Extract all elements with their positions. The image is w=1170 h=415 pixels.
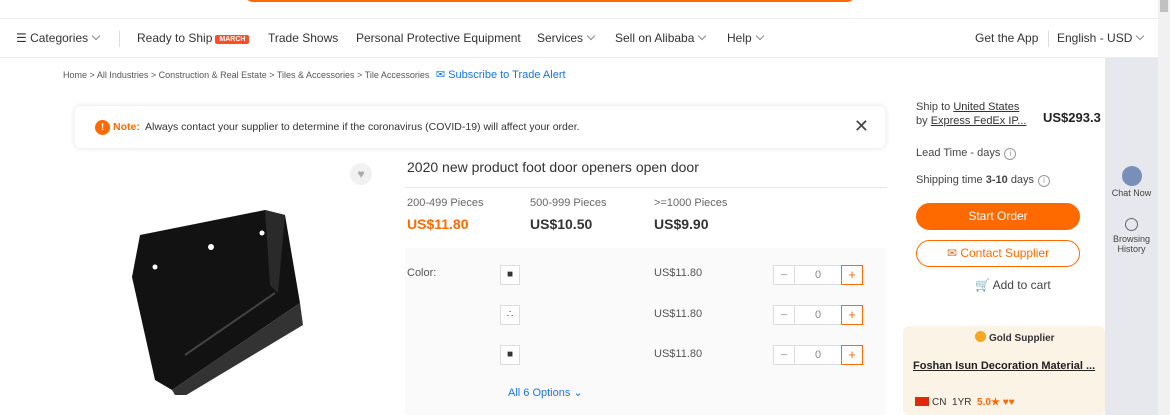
shipping-time: Shipping time 3-10 days i [916, 174, 1051, 187]
list-icon: ☰ [16, 31, 31, 45]
breadcrumb: Home > All Industries > Construction & R… [63, 69, 566, 81]
category-navbar: ☰ Categories Ready to Ship MARCH Trade Sh… [0, 18, 1170, 58]
gold-supplier-badge: Gold Supplier [975, 331, 1055, 344]
breadcrumb-construction[interactable]: Construction & Real Estate [159, 70, 267, 80]
chevron-down-icon [586, 31, 596, 41]
increment-button[interactable]: + [841, 305, 863, 325]
supplier-card: Gold Supplier Foshan Isun Decoration Mat… [903, 326, 1105, 415]
scrollbar[interactable] [1158, 0, 1170, 415]
top-strip [0, 0, 1170, 18]
ship-to-info: Ship to United States by Express FedEx I… [916, 101, 1027, 127]
scrollbar-thumb[interactable] [1160, 0, 1168, 12]
cart-icon: 🛒 [975, 278, 990, 292]
covid-notice: ! Note: Always contact your supplier to … [75, 106, 885, 148]
favorite-heart-icon[interactable]: ♥ [350, 163, 372, 185]
color-swatch[interactable]: ■ [500, 265, 520, 285]
mail-icon: ✉ [435, 69, 446, 81]
gold-coin-icon [975, 331, 986, 342]
chevron-down-icon [755, 31, 764, 41]
get-app-link[interactable]: Get the App [975, 31, 1038, 45]
march-badge: MARCH [215, 35, 250, 44]
browsing-history-button[interactable]: Browsing History [1105, 218, 1158, 254]
decrement-button[interactable]: − [773, 265, 795, 285]
destination-link[interactable]: United States [953, 101, 1019, 113]
clock-icon [1125, 218, 1138, 231]
quantity-stepper: − 0 + [773, 305, 863, 325]
search-bar-edge[interactable] [245, 0, 855, 2]
quantity-input[interactable]: 0 [795, 265, 841, 285]
product-image[interactable] [100, 185, 340, 395]
quantity-stepper: − 0 + [773, 345, 863, 365]
quantity-input[interactable]: 0 [795, 305, 841, 325]
ready-to-ship-link[interactable]: Ready to Ship MARCH [137, 31, 250, 45]
mail-icon: ✉ [946, 246, 957, 260]
chevron-down-icon [91, 31, 101, 41]
lead-time: Lead Time - days i [916, 147, 1017, 160]
tier-price: US$11.80 [407, 216, 469, 232]
lightbulb-icon: ! [95, 120, 110, 135]
increment-button[interactable]: + [841, 265, 863, 285]
language-currency-menu[interactable]: English - USD [1057, 31, 1145, 45]
contact-supplier-button[interactable]: ✉ Contact Supplier [916, 240, 1080, 267]
china-flag-icon [915, 397, 929, 406]
tier-qty: 200-499 Pieces [407, 197, 484, 209]
chevron-down-icon [1136, 31, 1145, 41]
color-label: Color: [407, 267, 437, 279]
close-icon[interactable]: ✕ [854, 116, 869, 137]
color-swatch[interactable]: ■ [500, 345, 520, 365]
supplier-rating: 5.0 [977, 397, 991, 408]
nav-divider [119, 31, 120, 47]
sell-on-alibaba-menu[interactable]: Sell on Alibaba [615, 31, 707, 45]
quantity-input[interactable]: 0 [795, 345, 841, 365]
ppe-link[interactable]: Personal Protective Equipment [356, 31, 521, 45]
categories-menu[interactable]: ☰ Categories [16, 31, 101, 45]
option-price: US$11.80 [654, 267, 703, 279]
all-options-link[interactable]: All 6 Options ⌄ [508, 386, 583, 399]
diamond-icon: ♥♥ [1002, 397, 1015, 408]
divider [405, 187, 887, 188]
option-price: US$11.80 [654, 348, 703, 360]
quantity-stepper: − 0 + [773, 265, 863, 285]
subscribe-trade-alert-link[interactable]: ✉ Subscribe to Trade Alert [436, 69, 566, 81]
add-to-cart-link[interactable]: 🛒 Add to cart [975, 278, 1051, 292]
floating-sidebar: Chat Now Browsing History [1105, 58, 1158, 415]
decrement-button[interactable]: − [773, 345, 795, 365]
breadcrumb-tiles[interactable]: Tiles & Accessories [277, 70, 355, 80]
chat-now-button[interactable]: Chat Now [1105, 166, 1158, 198]
increment-button[interactable]: + [841, 345, 863, 365]
trade-shows-link[interactable]: Trade Shows [268, 31, 338, 45]
tier-qty: >=1000 Pieces [654, 197, 728, 209]
star-icon: ★ [990, 397, 1000, 408]
color-swatch[interactable]: ∴ [500, 305, 520, 325]
option-price: US$11.80 [654, 308, 703, 320]
breadcrumb-tile-accessories[interactable]: Tile Accessories [365, 70, 430, 80]
avatar-icon [1121, 166, 1142, 186]
shipping-method-link[interactable]: Express FedEx IP... [931, 115, 1027, 127]
tier-price: US$9.90 [654, 216, 709, 232]
supplier-meta: CN 1YR 5.0★ ♥♥ [915, 397, 1015, 408]
product-title: 2020 new product foot door openers open … [407, 159, 699, 175]
nav-divider [1048, 31, 1049, 47]
tier-qty: 500-999 Pieces [530, 197, 607, 209]
help-menu[interactable]: Help [727, 31, 764, 45]
chevron-down-icon [698, 31, 707, 41]
services-menu[interactable]: Services [537, 31, 596, 45]
breadcrumb-home[interactable]: Home [63, 70, 87, 80]
decrement-button[interactable]: − [773, 305, 795, 325]
chevron-down-icon: ⌄ [573, 387, 583, 399]
tier-price: US$10.50 [530, 216, 593, 232]
start-order-button[interactable]: Start Order [916, 203, 1080, 230]
info-icon[interactable]: i [1038, 175, 1051, 187]
info-icon[interactable]: i [1004, 148, 1017, 160]
breadcrumb-all-industries[interactable]: All Industries [97, 70, 149, 80]
supplier-name-link[interactable]: Foshan Isun Decoration Material ... [913, 360, 1095, 372]
shipping-total: US$293.3 [1043, 110, 1101, 125]
